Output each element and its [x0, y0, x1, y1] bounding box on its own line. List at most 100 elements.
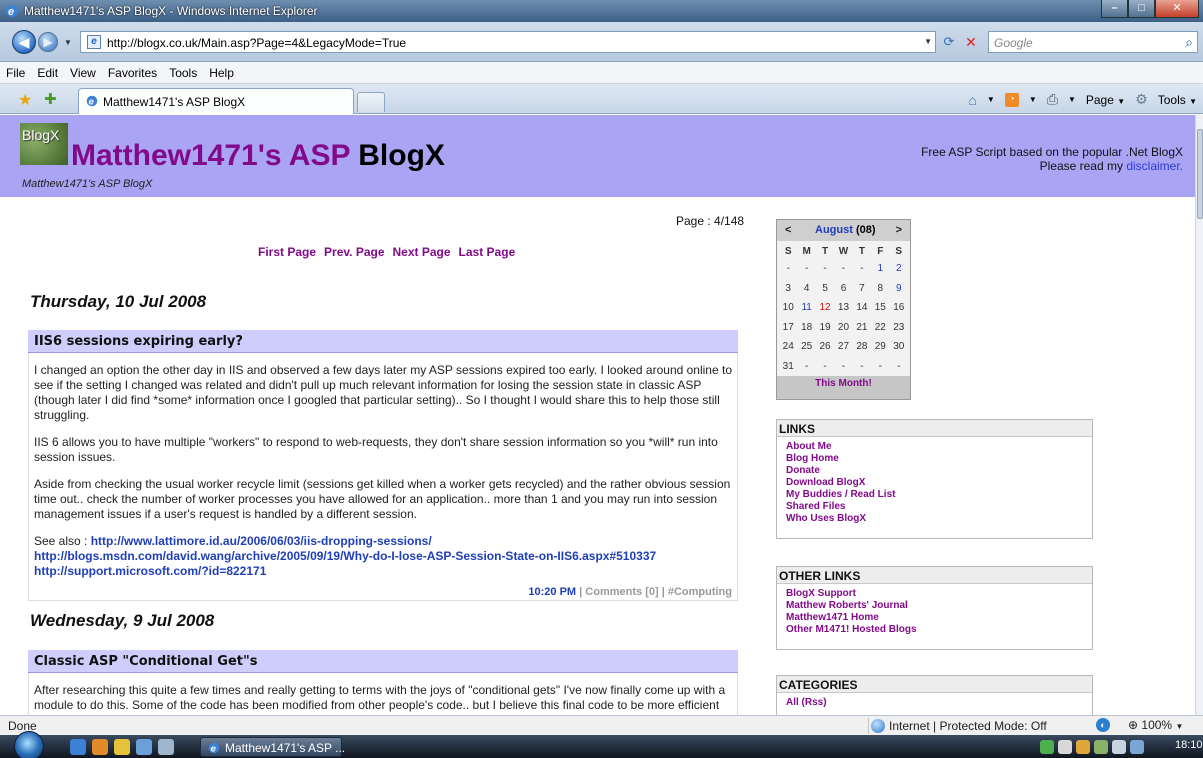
menu-file[interactable]: File [0, 62, 31, 80]
calendar-next-month[interactable]: > [896, 224, 902, 236]
home-icon[interactable]: ⌂ [968, 92, 976, 108]
post-link[interactable]: http://www.lattimore.id.au/2006/06/03/ii… [91, 534, 432, 548]
address-dropdown-icon[interactable]: ▼ [924, 37, 932, 46]
print-dropdown-icon[interactable]: ▼ [1068, 95, 1076, 104]
recent-pages-dropdown-icon[interactable]: ▼ [64, 38, 72, 47]
post-title[interactable]: IIS6 sessions expiring early? [28, 330, 738, 353]
switch-windows-icon[interactable] [158, 739, 174, 755]
blogx-logo[interactable]: BlogX [20, 123, 68, 165]
calendar-day-link[interactable]: 2 [890, 259, 908, 279]
calendar-month[interactable]: August (08) [815, 224, 876, 236]
category-all-rss[interactable]: All (Rss) [786, 697, 1092, 709]
disclaimer-link[interactable]: disclaimer. [1126, 159, 1183, 173]
prev-page-link[interactable]: Prev. Page [324, 245, 384, 259]
link-shared-files[interactable]: Shared Files [786, 501, 1092, 513]
minimize-button[interactable]: – [1101, 0, 1128, 18]
taskbar-window-label: Matthew1471's ASP ... [225, 741, 346, 755]
maximize-button[interactable]: □ [1128, 0, 1155, 18]
link-buddies[interactable]: My Buddies / Read List [786, 489, 1092, 501]
link-other-hosted-blogs[interactable]: Other M1471! Hosted Blogs [786, 624, 1092, 636]
post-time-link[interactable]: 10:20 PM [528, 586, 576, 598]
categories-heading: CATEGORIES [777, 676, 1092, 693]
link-matthew1471-home[interactable]: Matthew1471 Home [786, 612, 1092, 624]
post-date: Wednesday, 9 Jul 2008 [30, 611, 215, 630]
network-tray-icon[interactable] [1040, 740, 1054, 754]
volume-tray-icon[interactable] [1130, 740, 1144, 754]
home-dropdown-icon[interactable]: ▼ [987, 95, 995, 104]
gear-icon[interactable]: ⚙ [1135, 91, 1148, 108]
update-tray-icon[interactable] [1094, 740, 1108, 754]
calendar-day: 3 [785, 282, 791, 294]
menu-view[interactable]: View [64, 62, 102, 80]
page-menu[interactable]: Page ▼ [1086, 93, 1125, 107]
start-button[interactable] [14, 731, 44, 758]
link-download-blogx[interactable]: Download BlogX [786, 477, 1092, 489]
rss-icon[interactable]: ◔ [1004, 92, 1019, 107]
svg-text:e: e [89, 97, 95, 108]
calendar-dow: M [802, 245, 811, 257]
display-tray-icon[interactable] [1112, 740, 1126, 754]
post-paragraph: IIS 6 allows you to have multiple "worke… [34, 435, 718, 464]
menu-edit[interactable]: Edit [31, 62, 64, 80]
post-comments-category[interactable]: | Comments [0] | #Computing [576, 586, 732, 598]
stop-icon[interactable]: ✕ [962, 34, 980, 50]
search-input[interactable]: Google ⌕ [988, 31, 1198, 53]
new-tab-button[interactable] [357, 92, 385, 112]
calendar-day: - [786, 263, 790, 275]
menu-favorites[interactable]: Favorites [102, 62, 163, 80]
link-blogx-support[interactable]: BlogX Support [786, 588, 1092, 600]
security-zone[interactable]: Internet | Protected Mode: Off [868, 718, 1047, 734]
tool-quicklaunch-icon[interactable] [114, 739, 130, 755]
calendar-day-link[interactable]: 11 [797, 298, 815, 318]
link-matthew-roberts-journal[interactable]: Matthew Roberts' Journal [786, 600, 1092, 612]
taskbar-ie-window[interactable]: e Matthew1471's ASP ... [200, 737, 346, 757]
site-title[interactable]: Matthew1471's ASP BlogX [71, 139, 445, 173]
protected-mode-icon[interactable]: ◐ [1096, 718, 1110, 732]
favorites-star-icon[interactable]: ★ [18, 90, 32, 110]
menu-tools[interactable]: Tools [163, 62, 203, 80]
forward-button[interactable]: ▶ [38, 32, 58, 52]
search-icon[interactable]: ⌕ [1185, 34, 1193, 51]
scrollbar-thumb[interactable] [1197, 129, 1203, 219]
calendar-dow: T [858, 245, 865, 257]
security-tray-icon[interactable] [1058, 740, 1072, 754]
desktop-quicklaunch-icon[interactable] [136, 739, 152, 755]
calendar-day: 28 [856, 341, 868, 353]
calendar-this-month-link[interactable]: This Month! [777, 376, 910, 392]
calendar-day: 30 [893, 341, 905, 353]
link-donate[interactable]: Donate [786, 465, 1092, 477]
first-page-link[interactable]: First Page [258, 245, 316, 259]
vertical-scrollbar[interactable] [1195, 115, 1203, 715]
menu-bar: File Edit View Favorites Tools Help [0, 62, 1203, 84]
post-link[interactable]: http://support.microsoft.com/?id=822171 [34, 564, 732, 579]
ie-quicklaunch-icon[interactable] [70, 739, 86, 755]
media-quicklaunch-icon[interactable] [92, 739, 108, 755]
close-button[interactable]: ✕ [1155, 0, 1199, 18]
zoom-control[interactable]: ⊕ 100% ▼ [1128, 718, 1183, 732]
tools-menu[interactable]: Tools ▼ [1158, 93, 1197, 107]
calendar-day: 31 [782, 360, 794, 372]
categories-list: All (Rss) [777, 693, 1092, 713]
feeds-dropdown-icon[interactable]: ▼ [1029, 95, 1037, 104]
last-page-link[interactable]: Last Page [459, 245, 516, 259]
calendar-day: - [878, 360, 882, 372]
refresh-icon[interactable]: ⟳ [940, 34, 958, 50]
post-link[interactable]: http://blogs.msdn.com/david.wang/archive… [34, 549, 732, 564]
print-icon[interactable]: ⎙ [1047, 91, 1058, 108]
back-button[interactable]: ◀ [12, 30, 36, 54]
tab-blogx[interactable]: e Matthew1471's ASP BlogX [78, 88, 354, 114]
link-who-uses[interactable]: Who Uses BlogX [786, 513, 1092, 525]
next-page-link[interactable]: Next Page [393, 245, 451, 259]
calendar-day-link[interactable]: 1 [871, 259, 889, 279]
app-tray-icon[interactable] [1076, 740, 1090, 754]
calendar-prev-month[interactable]: < [785, 224, 791, 236]
address-field[interactable]: e http://blogx.co.uk/Main.asp?Page=4&Leg… [80, 31, 936, 53]
menu-help[interactable]: Help [203, 62, 240, 80]
post-title[interactable]: Classic ASP "Conditional Get"s [28, 650, 738, 673]
taskbar-clock[interactable]: 18:10 [1175, 739, 1203, 751]
link-about-me[interactable]: About Me [786, 441, 1092, 453]
calendar-day-link[interactable]: 9 [890, 279, 908, 299]
link-blog-home[interactable]: Blog Home [786, 453, 1092, 465]
calendar-day-today[interactable]: 12 [816, 298, 834, 318]
add-favorite-icon[interactable]: ✚ [44, 90, 57, 108]
